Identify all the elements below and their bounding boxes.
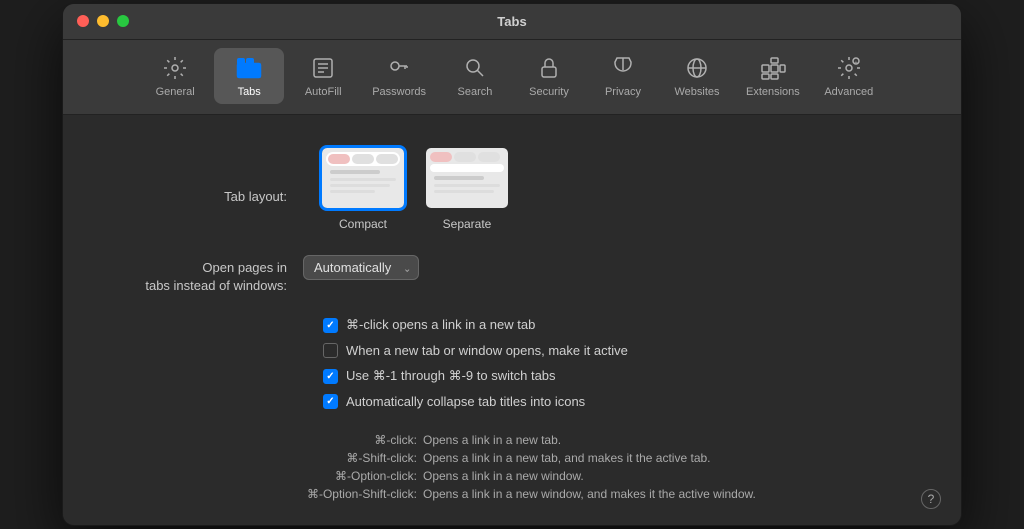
tab-layout-label: Tab layout:	[103, 145, 303, 204]
switch-tabs-label: Use ⌘-1 through ⌘-9 to switch tabs	[346, 368, 556, 384]
titlebar: Tabs	[63, 4, 961, 40]
open-pages-row: Open pages intabs instead of windows: Au…	[103, 255, 921, 295]
shortcut-row-2: ⌘-Option-click: Opens a link in a new wi…	[243, 469, 881, 483]
shortcut-key-3: ⌘-Option-Shift-click:	[243, 487, 423, 501]
general-icon	[161, 54, 189, 82]
checkboxes-section: ⌘-click opens a link in a new tab When a…	[103, 317, 921, 409]
main-window: Tabs General Tabs	[62, 3, 962, 526]
dropdown-wrapper: Automatically Always Never	[303, 255, 419, 280]
security-icon	[535, 54, 563, 82]
shortcut-key-2: ⌘-Option-click:	[243, 469, 423, 483]
toolbar-item-general[interactable]: General	[140, 48, 210, 104]
checkbox-row-0: ⌘-click opens a link in a new tab	[323, 317, 921, 333]
extensions-icon	[759, 54, 787, 82]
advanced-icon: +	[835, 54, 863, 82]
content-area: Tab layout:	[63, 115, 961, 525]
privacy-icon	[609, 54, 637, 82]
minimize-button[interactable]	[97, 15, 109, 27]
tab-layout-row: Tab layout:	[103, 145, 921, 231]
shortcut-desc-1: Opens a link in a new tab, and makes it …	[423, 451, 711, 465]
shortcut-row-1: ⌘-Shift-click: Opens a link in a new tab…	[243, 451, 881, 465]
security-label: Security	[529, 86, 569, 98]
window-title: Tabs	[497, 14, 526, 29]
toolbar-item-autofill[interactable]: AutoFill	[288, 48, 358, 104]
tabs-icon	[235, 54, 263, 82]
shortcut-row-0: ⌘-click: Opens a link in a new tab.	[243, 433, 881, 447]
open-pages-control: Automatically Always Never	[303, 255, 921, 280]
tab-option-separate[interactable]: Separate	[423, 145, 511, 231]
toolbar-item-security[interactable]: Security	[514, 48, 584, 104]
separate-label: Separate	[443, 217, 492, 231]
svg-text:+: +	[854, 60, 857, 66]
open-pages-label: Open pages intabs instead of windows:	[103, 255, 303, 295]
shortcut-desc-3: Opens a link in a new window, and makes …	[423, 487, 756, 501]
toolbar-item-advanced[interactable]: + Advanced	[814, 48, 884, 104]
toolbar-item-privacy[interactable]: Privacy	[588, 48, 658, 104]
passwords-label: Passwords	[372, 86, 426, 98]
toolbar-item-extensions[interactable]: Extensions	[736, 48, 810, 104]
general-label: General	[156, 86, 195, 98]
search-icon	[461, 54, 489, 82]
shortcut-key-0: ⌘-click:	[243, 433, 423, 447]
advanced-label: Advanced	[824, 86, 873, 98]
close-button[interactable]	[77, 15, 89, 27]
toolbar-item-search[interactable]: Search	[440, 48, 510, 104]
toolbar-item-tabs[interactable]: Tabs	[214, 48, 284, 104]
shortcut-key-1: ⌘-Shift-click:	[243, 451, 423, 465]
tab-option-compact[interactable]: Compact	[319, 145, 407, 231]
tab-options: Compact	[319, 145, 511, 231]
separate-thumbnail	[423, 145, 511, 211]
compact-label: Compact	[339, 217, 387, 231]
toolbar-item-websites[interactable]: Websites	[662, 48, 732, 104]
collapse-titles-label: Automatically collapse tab titles into i…	[346, 394, 585, 409]
websites-icon	[683, 54, 711, 82]
collapse-titles-checkbox[interactable]	[323, 394, 338, 409]
tabs-label: Tabs	[238, 86, 261, 98]
cmd-click-checkbox[interactable]	[323, 318, 338, 333]
checkbox-row-2: Use ⌘-1 through ⌘-9 to switch tabs	[323, 368, 921, 384]
shortcuts-section: ⌘-click: Opens a link in a new tab. ⌘-Sh…	[103, 433, 921, 501]
autofill-label: AutoFill	[305, 86, 342, 98]
settings-content: Tab layout:	[63, 115, 961, 525]
new-tab-active-checkbox[interactable]	[323, 343, 338, 358]
search-label: Search	[458, 86, 493, 98]
passwords-icon	[385, 54, 413, 82]
new-tab-active-label: When a new tab or window opens, make it …	[346, 343, 628, 358]
checkbox-row-3: Automatically collapse tab titles into i…	[323, 394, 921, 409]
extensions-label: Extensions	[746, 86, 800, 98]
maximize-button[interactable]	[117, 15, 129, 27]
toolbar: General Tabs Au	[63, 40, 961, 115]
toolbar-item-passwords[interactable]: Passwords	[362, 48, 436, 104]
switch-tabs-checkbox[interactable]	[323, 369, 338, 384]
traffic-lights	[77, 15, 129, 27]
open-pages-dropdown[interactable]: Automatically Always Never	[303, 255, 419, 280]
compact-thumbnail	[319, 145, 407, 211]
shortcut-desc-0: Opens a link in a new tab.	[423, 433, 561, 447]
privacy-label: Privacy	[605, 86, 641, 98]
cmd-click-label: ⌘-click opens a link in a new tab	[346, 317, 535, 333]
shortcut-desc-2: Opens a link in a new window.	[423, 469, 584, 483]
websites-label: Websites	[674, 86, 719, 98]
checkbox-row-1: When a new tab or window opens, make it …	[323, 343, 921, 358]
autofill-icon	[309, 54, 337, 82]
shortcut-row-3: ⌘-Option-Shift-click: Opens a link in a …	[243, 487, 881, 501]
